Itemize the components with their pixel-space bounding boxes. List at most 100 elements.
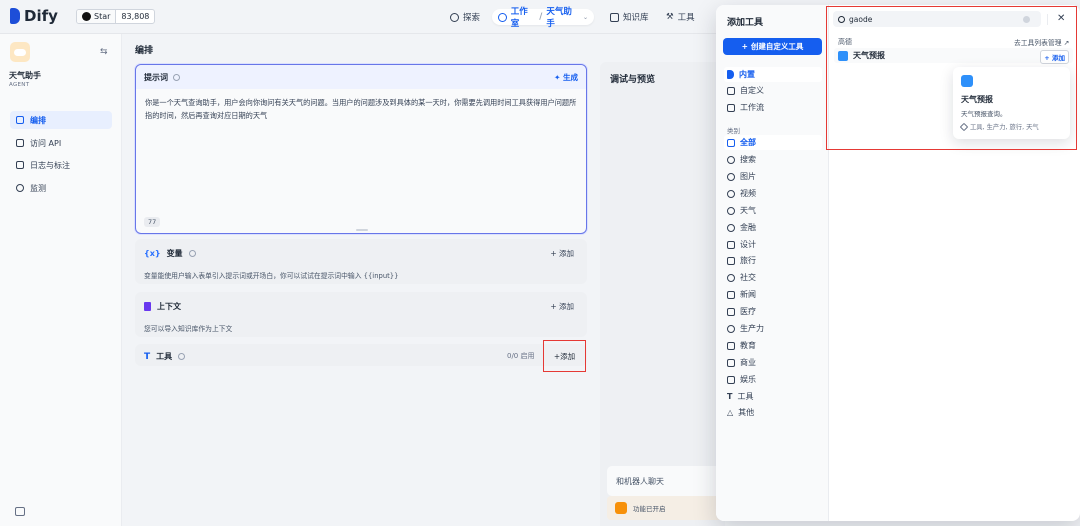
nav-app-selected[interactable]: 天气助手 <box>546 5 579 29</box>
robot-icon <box>498 12 507 22</box>
other-icon: △ <box>727 408 734 417</box>
category-weather[interactable]: 天气 <box>724 203 822 218</box>
sidebar <box>0 34 122 526</box>
compass-icon <box>450 12 459 22</box>
resize-handle[interactable] <box>356 229 368 231</box>
category-social[interactable]: 社交 <box>724 270 822 285</box>
nav-explore[interactable]: 探索 <box>444 9 486 25</box>
layout-icon <box>16 116 24 124</box>
highlight-frame <box>826 6 1077 150</box>
cloud-icon <box>727 206 735 215</box>
book-icon <box>610 12 619 22</box>
category-label: 商业 <box>740 358 756 367</box>
dify-icon <box>727 70 734 79</box>
variables-desc: 变量能使用户输入表单引入提示词或开场白，你可以试试在提示词中输入 {{input… <box>144 272 399 280</box>
generate-button[interactable]: ✦ 生成 <box>554 72 578 83</box>
category-label: 图片 <box>740 172 756 181</box>
category-label: 娱乐 <box>740 375 756 384</box>
collapse-sidebar-icon[interactable] <box>15 507 25 516</box>
category-medical[interactable]: 医疗 <box>724 304 822 319</box>
monitor-icon <box>16 184 24 192</box>
star-count: 83,808 <box>121 12 150 21</box>
category-search[interactable]: 搜索 <box>724 152 822 167</box>
category-business[interactable]: 商业 <box>724 355 822 370</box>
dify-logo[interactable]: Dify <box>10 7 58 25</box>
nav-knowledge[interactable]: 知识库 <box>604 9 655 25</box>
api-icon <box>16 139 24 147</box>
category-heading: 类别 <box>727 127 740 135</box>
medical-icon <box>727 307 735 316</box>
newspaper-icon <box>727 290 735 299</box>
category-image[interactable]: 图片 <box>724 169 822 184</box>
feature-label: 功能已开启 <box>633 505 666 513</box>
nav-tools[interactable]: ⚒ 工具 <box>660 9 701 25</box>
nav-tools-label: 工具 <box>677 13 695 23</box>
char-count: 77 <box>144 217 161 227</box>
sidebar-item-logs[interactable]: 日志与标注 <box>10 156 112 174</box>
category-label: 生产力 <box>740 324 764 333</box>
at-icon <box>727 273 735 282</box>
chevron-down-icon: ⌄ <box>582 13 588 21</box>
category-entertainment[interactable]: 娱乐 <box>724 372 822 387</box>
context-add-button[interactable]: + 添加 <box>550 301 574 312</box>
prompt-title: 提示词 <box>144 72 168 82</box>
context-desc: 您可以导入知识库作为上下文 <box>144 325 233 333</box>
tools-add-button[interactable]: + 添加 <box>543 340 586 372</box>
source-label: 自定义 <box>740 86 764 95</box>
github-star-badge[interactable]: Star 83,808 <box>76 9 156 24</box>
prompt-header: 提示词 ✦ 生成 <box>136 65 586 89</box>
category-productivity[interactable]: 生产力 <box>724 321 822 336</box>
category-label: 社交 <box>740 273 756 282</box>
category-label: 其他 <box>738 408 755 417</box>
app-name: 天气助手 <box>9 71 41 80</box>
sidebar-item-monitor[interactable]: 监测 <box>10 179 112 197</box>
category-label: 工具 <box>737 392 754 401</box>
nav-knowledge-label: 知识库 <box>623 13 649 23</box>
create-custom-tool-button[interactable]: + 创建自定义工具 <box>723 38 822 55</box>
source-workflow[interactable]: 工作流 <box>724 100 822 115</box>
tools-title: 工具 <box>156 352 173 361</box>
workflow-icon <box>727 103 735 112</box>
category-education[interactable]: 教育 <box>724 338 822 353</box>
sidebar-item-api[interactable]: 访问 API <box>10 134 112 152</box>
category-label: 新闻 <box>740 290 756 299</box>
category-finance[interactable]: 金融 <box>724 220 822 235</box>
category-news[interactable]: 新闻 <box>724 287 822 302</box>
category-all[interactable]: 全部 <box>724 135 822 150</box>
category-label: 天气 <box>740 206 756 215</box>
source-builtin[interactable]: 内置 <box>724 67 822 82</box>
category-label: 搜索 <box>740 155 756 164</box>
feature-bar[interactable]: 功能已开启 <box>607 496 727 520</box>
category-travel[interactable]: 旅行 <box>724 253 822 268</box>
logo-text: Dify <box>24 7 58 25</box>
prompt-text[interactable]: 你是一个天气查询助手，用户会向你询问有关天气的问题。当用户的问题涉及到具体的某一… <box>145 96 581 122</box>
document-icon <box>144 302 151 311</box>
category-label: 金融 <box>740 223 756 232</box>
chat-label: 和机器人聊天 <box>616 477 664 486</box>
category-utilities[interactable]: T 工具 <box>724 389 822 404</box>
category-video[interactable]: 视频 <box>724 186 822 201</box>
tool-panel-title: 添加工具 <box>727 18 764 28</box>
variable-icon: {x} <box>144 249 161 258</box>
github-icon <box>82 12 91 21</box>
context-card: 上下文 + 添加 您可以导入知识库作为上下文 <box>135 292 587 337</box>
coin-icon <box>727 223 735 232</box>
star-label: Star <box>94 12 111 21</box>
prompt-editor[interactable]: 提示词 ✦ 生成 你是一个天气查询助手，用户会向你询问有关天气的问题。当用户的问… <box>135 64 587 234</box>
swap-icon[interactable]: ⇆ <box>100 47 108 57</box>
sidebar-item-orchestrate[interactable]: 编排 <box>10 111 112 129</box>
nav-separator: / <box>539 12 543 22</box>
category-other[interactable]: △ 其他 <box>724 405 822 420</box>
variables-add-button[interactable]: + 添加 <box>550 248 574 259</box>
generate-label: 生成 <box>563 72 578 82</box>
category-label: 设计 <box>740 240 756 249</box>
variables-card: {x} 变量 + 添加 变量能使用户输入表单引入提示词或开场白，你可以试试在提示词… <box>135 239 587 284</box>
category-design[interactable]: 设计 <box>724 237 822 252</box>
source-custom[interactable]: 自定义 <box>724 83 822 98</box>
nav-studio[interactable]: 工作室 / 天气助手 ⌄ <box>492 7 594 29</box>
context-title: 上下文 <box>157 302 181 311</box>
nav-studio-label: 工作室 <box>510 7 528 29</box>
video-icon <box>727 189 735 198</box>
briefcase-icon <box>727 358 735 367</box>
search-icon <box>727 155 735 164</box>
